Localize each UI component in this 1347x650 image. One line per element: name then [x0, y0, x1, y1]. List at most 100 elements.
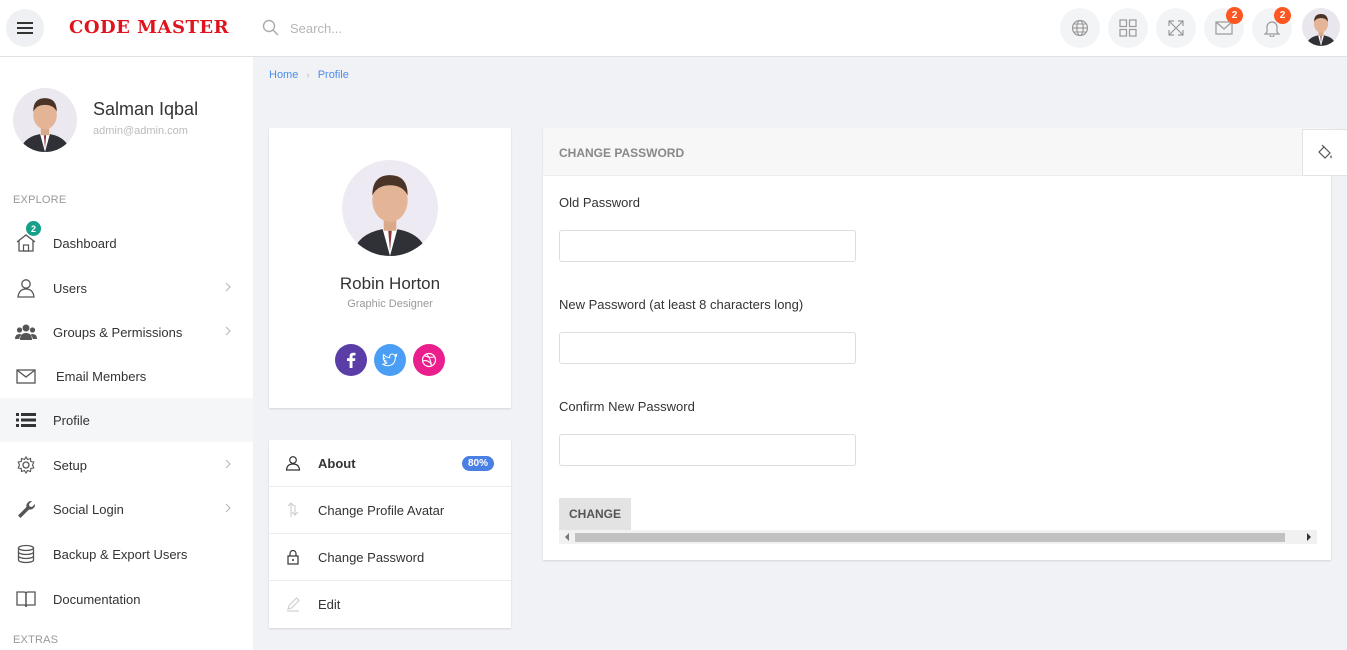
- dribbble-button[interactable]: [413, 344, 445, 376]
- profile-menu-label: Change Password: [318, 549, 425, 565]
- top-bar: CODE MASTER Search... 2 2: [0, 0, 1347, 57]
- sidebar-item-label: Email Members: [56, 368, 147, 384]
- profile-menu-label: About: [318, 455, 356, 471]
- avatar: [13, 88, 77, 152]
- profile-menu-label: Change Profile Avatar: [318, 502, 445, 518]
- sidebar-item-label: Groups & Permissions: [53, 324, 183, 340]
- section-label-explore: EXPLORE: [13, 194, 67, 206]
- paint-bucket-icon: [1318, 144, 1332, 159]
- new-password-label: New Password (at least 8 characters long…: [559, 297, 804, 312]
- list-icon: [16, 413, 36, 427]
- sidebar-item-profile[interactable]: Profile: [0, 398, 253, 442]
- messages-badge: 2: [1226, 7, 1243, 24]
- scroll-right-icon[interactable]: [1305, 533, 1313, 541]
- sidebar-item-groups-permissions[interactable]: Groups & Permissions: [0, 310, 253, 354]
- sidebar-item-social-login[interactable]: Social Login: [0, 487, 253, 531]
- hamburger-menu-button[interactable]: [6, 9, 44, 47]
- search-box: [262, 16, 522, 40]
- scrollbar-thumb[interactable]: [575, 533, 1285, 542]
- sidebar-item-label: Social Login: [53, 501, 124, 517]
- profile-name: Robin Horton: [339, 274, 441, 293]
- facebook-icon: [347, 352, 356, 368]
- confirm-password-label: Confirm New Password: [559, 399, 695, 414]
- dribbble-icon: [421, 352, 437, 368]
- expand-icon: [1168, 20, 1184, 36]
- sidebar-item-users[interactable]: Users: [0, 266, 253, 310]
- user-icon: [17, 279, 35, 298]
- database-icon: [17, 544, 35, 564]
- messages-button[interactable]: 2: [1204, 7, 1244, 48]
- sidebar-user-email: admin@admin.com: [93, 125, 188, 137]
- sidebar-item-setup[interactable]: Setup: [0, 443, 253, 487]
- sidebar: Salman Iqbal admin@admin.com EXPLORE 2 D…: [0, 57, 253, 650]
- twitter-button[interactable]: [374, 344, 406, 376]
- notifications-badge: 2: [1274, 7, 1291, 24]
- envelope-icon: [16, 369, 36, 384]
- breadcrumb-separator-icon: ›: [306, 69, 310, 81]
- users-icon: [15, 324, 37, 340]
- sidebar-user-profile[interactable]: Salman Iqbal admin@admin.com: [13, 88, 253, 152]
- avatar: [342, 160, 438, 256]
- horizontal-scrollbar[interactable]: [559, 530, 1317, 544]
- profile-menu: About 80% Change Profile Avatar Change P…: [269, 440, 511, 628]
- sidebar-item-dashboard[interactable]: 2 Dashboard: [0, 221, 253, 265]
- profile-menu-item-about[interactable]: About 80%: [269, 440, 511, 487]
- sidebar-item-documentation[interactable]: Documentation: [0, 577, 253, 621]
- card-header: CHANGE PASSWORD: [543, 128, 1331, 176]
- facebook-button[interactable]: [335, 344, 367, 376]
- chevron-right-icon: [225, 326, 231, 336]
- apps-button[interactable]: [1108, 8, 1148, 48]
- profile-job-title: Graphic Designer: [347, 298, 433, 310]
- about-completion-badge: 80%: [461, 456, 494, 471]
- old-password-field[interactable]: [559, 230, 856, 262]
- grid-icon: [1119, 19, 1137, 37]
- new-password-field[interactable]: [559, 332, 856, 364]
- twitter-icon: [382, 353, 398, 367]
- home-icon: [16, 234, 36, 252]
- sidebar-item-label: Profile: [53, 412, 90, 428]
- breadcrumb-current[interactable]: Profile: [318, 69, 349, 81]
- pencil-icon: [287, 597, 300, 612]
- search-input[interactable]: [290, 20, 490, 36]
- dashboard-badge: 2: [26, 221, 41, 236]
- brand-logo[interactable]: CODE MASTER: [69, 17, 229, 38]
- theme-customizer-button[interactable]: [1302, 129, 1347, 176]
- user-avatar-button[interactable]: [1302, 8, 1340, 46]
- avatar: [1302, 8, 1340, 46]
- menu-icon: [17, 22, 33, 34]
- language-button[interactable]: [1060, 8, 1100, 48]
- sidebar-item-email-members[interactable]: Email Members: [0, 354, 253, 398]
- old-password-label: Old Password: [559, 195, 640, 210]
- sidebar-avatar: [13, 88, 77, 152]
- sidebar-item-label: Dashboard: [53, 235, 117, 251]
- chevron-right-icon: [225, 503, 231, 513]
- profile-avatar: [342, 160, 438, 256]
- sidebar-item-label: Setup: [53, 457, 87, 473]
- scroll-left-icon[interactable]: [563, 533, 571, 541]
- lock-icon: [287, 549, 299, 565]
- card-title: CHANGE PASSWORD: [559, 146, 685, 160]
- profile-menu-label: Edit: [318, 597, 341, 612]
- globe-icon: [1071, 19, 1089, 37]
- sidebar-item-label: Documentation: [53, 591, 141, 607]
- fullscreen-button[interactable]: [1156, 8, 1196, 48]
- user-icon: [285, 456, 301, 471]
- breadcrumb-home-link[interactable]: Home: [269, 69, 298, 81]
- section-label-extras: EXTRAS: [13, 634, 59, 646]
- sidebar-user-name: Salman Iqbal: [93, 99, 199, 119]
- notifications-button[interactable]: 2: [1252, 7, 1292, 48]
- chevron-right-icon: [225, 282, 231, 292]
- change-password-card: CHANGE PASSWORD Old Password New Passwor…: [543, 128, 1331, 560]
- gear-icon: [17, 455, 35, 475]
- confirm-password-field[interactable]: [559, 434, 856, 466]
- change-password-button[interactable]: CHANGE: [559, 498, 631, 530]
- profile-card: Robin Horton Graphic Designer: [269, 128, 511, 408]
- sidebar-item-label: Users: [53, 280, 87, 296]
- search-icon: [262, 19, 279, 36]
- profile-menu-item-edit[interactable]: Edit: [269, 581, 511, 628]
- profile-menu-item-change-avatar[interactable]: Change Profile Avatar: [269, 487, 511, 534]
- sidebar-item-backup-export[interactable]: Backup & Export Users: [0, 532, 253, 576]
- profile-menu-item-change-password[interactable]: Change Password: [269, 534, 511, 581]
- wrench-icon: [18, 500, 36, 518]
- book-icon: [16, 591, 36, 608]
